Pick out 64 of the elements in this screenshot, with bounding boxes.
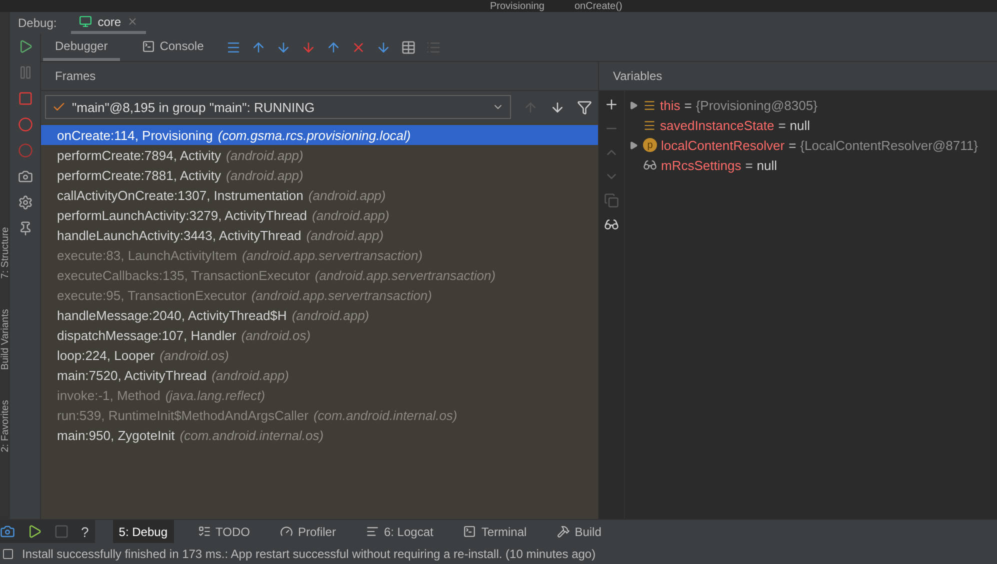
breakpoints-icon[interactable]	[18, 117, 32, 132]
camera-icon	[0, 524, 15, 539]
tool-window-tab[interactable]: Terminal	[457, 520, 533, 543]
field-icon	[643, 98, 656, 112]
breadcrumb-item[interactable]: onCreate()	[574, 0, 622, 12]
debug-label: Debug:	[18, 16, 57, 30]
stack-frame-row[interactable]: main:950, ZygoteInit (com.android.internal.os)	[41, 425, 598, 445]
stack-frame-row[interactable]: handleMessage:2040, ActivityThread$H (android.app)	[41, 305, 598, 325]
stack-frame-row[interactable]: callActivityOnCreate:1307, Instrumentation (android.app)	[41, 185, 598, 205]
panel-tab[interactable]: Console	[130, 34, 216, 61]
list-icon	[198, 525, 210, 538]
glasses-icon[interactable]	[604, 217, 619, 232]
hammer-icon	[556, 525, 570, 538]
glasses-icon	[643, 158, 657, 172]
stack-frame-row[interactable]: performCreate:7894, Activity (android.app)	[41, 145, 598, 165]
filter-icon[interactable]	[577, 100, 592, 114]
tool-window-tab[interactable]: TODO	[192, 520, 256, 543]
help-glyph[interactable]: ?	[81, 524, 89, 540]
settings-icon[interactable]	[18, 195, 32, 210]
stack-frame-row[interactable]: main:7520, ActivityThread (android.app)	[41, 365, 598, 385]
stack-frame-row[interactable]: performLaunchActivity:3279, ActivityThread (android.app)	[41, 205, 598, 225]
stop-icon[interactable]	[18, 91, 32, 106]
terminal-icon	[463, 525, 476, 538]
variables-title: Variables	[599, 62, 997, 91]
expand-triangle-icon[interactable]	[629, 140, 638, 150]
stack-frame-row[interactable]: loop:224, Looper (android.os)	[41, 345, 598, 365]
stack-frame-row[interactable]: handleLaunchActivity:3443, ActivityThread (android.app)	[41, 225, 598, 245]
frames-title: Frames	[41, 62, 598, 91]
tool-window-tab[interactable]: 5: Debug	[112, 520, 174, 543]
variable-row[interactable]: mRcsSettings = null	[629, 155, 978, 175]
step-into-icon[interactable]	[276, 40, 291, 55]
status-message: Install successfully finished in 173 ms.: App restart successful without requiring a re-install. (10 minutes ago)	[22, 546, 596, 560]
side-tool-tab[interactable]: 7: Structure	[0, 227, 10, 279]
thread-dropdown[interactable]: "main"@8,195 in group "main": RUNNING	[45, 95, 511, 119]
variable-row[interactable]: p localContentResolver = {LocalContentResolver@8711}	[629, 135, 978, 155]
copy-icon[interactable]	[604, 193, 619, 208]
tool-window-tab[interactable]: Profiler	[274, 520, 342, 543]
tool-window-tab[interactable]: 6: Logcat	[360, 520, 440, 543]
menu-icon[interactable]	[226, 40, 241, 55]
add-icon[interactable]	[604, 97, 619, 112]
variable-row[interactable]: this = {Provisioning@8305}	[629, 95, 978, 115]
lines-icon	[366, 525, 379, 538]
stack-frame-row[interactable]: dispatchMessage:107, Handler (android.os)	[41, 325, 598, 345]
close-icon	[127, 16, 138, 27]
window-icon	[2, 548, 14, 560]
pause-icon[interactable]	[18, 65, 32, 80]
breadcrumb-item[interactable]: Provisioning	[490, 0, 544, 12]
tool-window-tab[interactable]: Build	[550, 520, 608, 543]
table-icon[interactable]	[400, 40, 416, 55]
resume-icon[interactable]	[18, 39, 32, 54]
gauge-icon	[280, 525, 293, 538]
force-step-into-icon[interactable]	[300, 40, 316, 55]
camera-icon[interactable]	[18, 169, 32, 184]
variable-row[interactable]: savedInstanceState = null	[629, 115, 978, 135]
stop-icon	[54, 524, 69, 539]
expand-triangle-icon[interactable]	[629, 100, 638, 110]
console-icon	[142, 40, 155, 52]
field-icon	[643, 118, 656, 132]
parameter-icon: p	[643, 138, 657, 152]
stack-frame-row[interactable]: performCreate:7881, Activity (android.app)	[41, 165, 598, 185]
down-arrow-icon[interactable]	[550, 100, 565, 114]
play-icon	[27, 524, 42, 539]
stack-frame-row[interactable]: onCreate:114, Provisioning (com.gsma.rcs.provisioning.local)	[41, 125, 598, 145]
pin-icon[interactable]	[18, 221, 32, 236]
